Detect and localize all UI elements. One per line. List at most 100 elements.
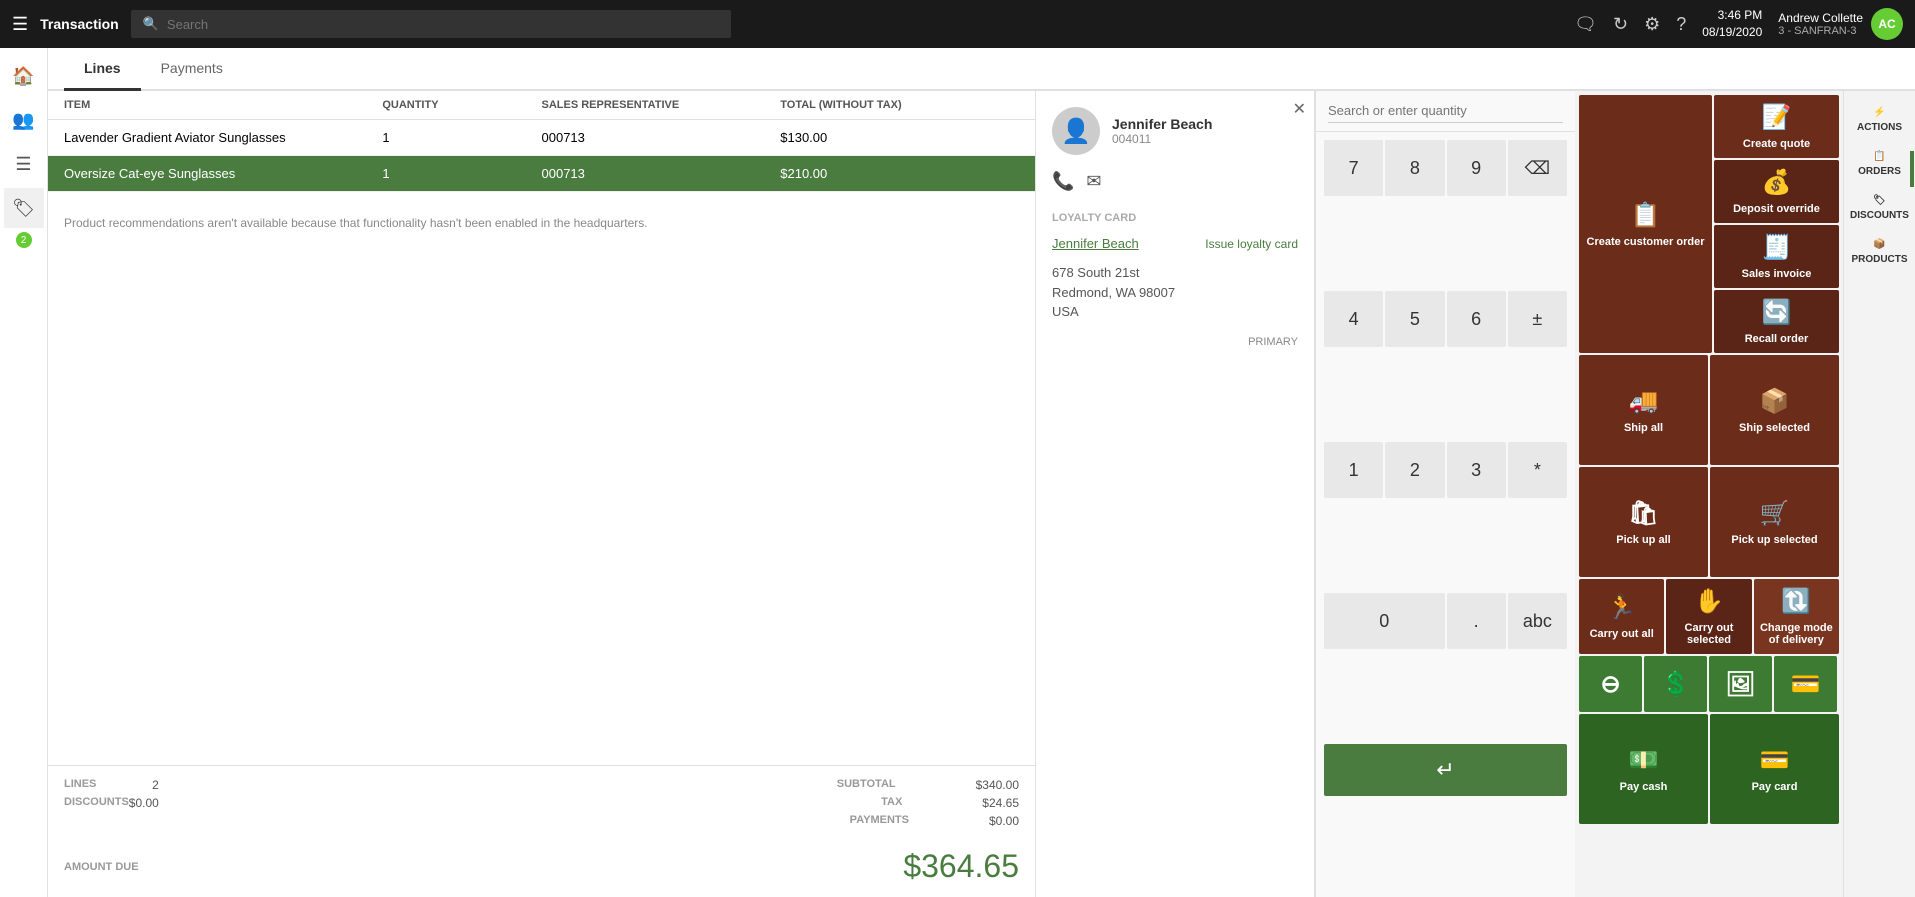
- tiles-row-5: ⊖ 💲 🖼 💳: [1579, 656, 1839, 712]
- deposit-override-icon: 💰: [1762, 168, 1792, 197]
- avatar[interactable]: AC: [1871, 8, 1903, 40]
- create-quote-button[interactable]: 📝 Create quote: [1714, 95, 1839, 158]
- numpad-6[interactable]: 6: [1447, 291, 1506, 347]
- pay-cash-icon: 💵: [1629, 746, 1659, 775]
- loyalty-name[interactable]: Jennifer Beach: [1052, 236, 1139, 251]
- create-customer-order-button[interactable]: 📋 Create customer order: [1579, 95, 1712, 353]
- item-name: Oversize Cat-eye Sunglasses: [64, 166, 382, 181]
- item-name: Lavender Gradient Aviator Sunglasses: [64, 130, 382, 145]
- numpad-7[interactable]: 7: [1324, 140, 1383, 196]
- sales-invoice-button[interactable]: 🧾 Sales invoice: [1714, 225, 1839, 288]
- icon-1: ⊖: [1600, 670, 1620, 699]
- subtotal-value: $340.00: [976, 778, 1019, 792]
- ship-all-button[interactable]: 🚚 Ship all: [1579, 355, 1708, 465]
- discounts-label: DISCOUNTS: [1850, 210, 1909, 221]
- tab-payments[interactable]: Payments: [141, 48, 243, 91]
- pay-cash-button[interactable]: 💵 Pay cash: [1579, 714, 1708, 824]
- item-sales-rep: 000713: [542, 166, 781, 181]
- sidebar-badge: 2: [16, 232, 32, 248]
- customer-contact-icons: 📞 ✉: [1036, 171, 1314, 204]
- table-row[interactable]: Lavender Gradient Aviator Sunglasses 1 0…: [48, 120, 1035, 156]
- carry-out-selected-icon: ✋: [1694, 587, 1724, 616]
- amount-due-value: $364.65: [903, 848, 1019, 885]
- item-quantity: 1: [382, 130, 541, 145]
- actions-sidebar: ⚡ ACTIONS 📋 ORDERS 🏷 DISCOUNTS 📦 P: [1843, 91, 1915, 897]
- carry-out-selected-button[interactable]: ✋ Carry out selected: [1666, 579, 1751, 654]
- orders-sidebar-item[interactable]: 📋 ORDERS: [1846, 143, 1914, 185]
- pick-up-all-button[interactable]: 🛍 Pick up all: [1579, 467, 1708, 577]
- sidebar-item-home[interactable]: 🏠: [4, 56, 44, 96]
- close-icon[interactable]: ✕: [1293, 99, 1306, 119]
- chat-icon[interactable]: 🗨: [1574, 14, 1597, 35]
- tax-label: TAX: [881, 796, 902, 810]
- recall-order-button[interactable]: 🔄 Recall order: [1714, 290, 1839, 353]
- sidebar-item-team[interactable]: 👥: [4, 100, 44, 140]
- create-quote-icon: 📝: [1762, 103, 1792, 132]
- col-sales-rep: SALES REPRESENTATIVE: [542, 99, 781, 111]
- numpad-abc[interactable]: abc: [1508, 593, 1567, 649]
- actions-icon: ⚡: [1873, 107, 1885, 118]
- numpad-panel: 7 8 9 ⌫ 4 5 6 ± 1 2 3 * 0 . abc ↵: [1315, 91, 1575, 897]
- hamburger-icon[interactable]: ☰: [12, 14, 28, 35]
- numpad-1[interactable]: 1: [1324, 442, 1383, 498]
- ship-all-icon: 🚚: [1629, 387, 1659, 416]
- numpad-9[interactable]: 9: [1447, 140, 1506, 196]
- actions-sidebar-item[interactable]: ⚡ ACTIONS: [1846, 99, 1914, 141]
- numpad-0[interactable]: 0: [1324, 593, 1445, 649]
- pay-card-button[interactable]: 💳 Pay card: [1710, 714, 1839, 824]
- table-row[interactable]: Oversize Cat-eye Sunglasses 1 000713 $21…: [48, 156, 1035, 192]
- actions-panel: 📋 Create customer order 📝 Create quote 💰…: [1575, 91, 1915, 897]
- deposit-override-button[interactable]: 💰 Deposit override: [1714, 160, 1839, 223]
- carry-out-all-button[interactable]: 🏃 Carry out all: [1579, 579, 1664, 654]
- numpad-4[interactable]: 4: [1324, 291, 1383, 347]
- item-total: $130.00: [780, 130, 1019, 145]
- numpad-enter[interactable]: ↵: [1324, 744, 1567, 796]
- ship-selected-button[interactable]: 📦 Ship selected: [1710, 355, 1839, 465]
- topbar: ☰ Transaction 🔍 🗨 ↻ ⚙ ? 3:46 PM 08/19/20…: [0, 0, 1915, 48]
- lines-header: ITEM QUANTITY SALES REPRESENTATIVE TOTAL…: [48, 91, 1035, 120]
- search-bar[interactable]: 🔍: [131, 10, 731, 38]
- numpad-backspace[interactable]: ⌫: [1508, 140, 1567, 196]
- orders-label: ORDERS: [1858, 166, 1901, 177]
- numpad-8[interactable]: 8: [1385, 140, 1444, 196]
- loyalty-card-section: LOYALTY CARD: [1036, 204, 1314, 232]
- issue-loyalty-link[interactable]: Issue loyalty card: [1205, 237, 1298, 251]
- products-label: PRODUCTS: [1851, 254, 1907, 265]
- tab-lines[interactable]: Lines: [64, 48, 141, 91]
- numpad-multiply[interactable]: *: [1508, 442, 1567, 498]
- orders-icon: 📋: [1873, 151, 1885, 162]
- icon-tile-4[interactable]: 💳: [1774, 656, 1837, 712]
- numpad-plusminus[interactable]: ±: [1508, 291, 1567, 347]
- sidebar: 🏠 👥 ☰ 🏷 2: [0, 48, 48, 897]
- numpad-dot[interactable]: .: [1447, 593, 1506, 649]
- carry-out-all-icon: 🏃: [1607, 593, 1637, 622]
- change-mode-of-delivery-button[interactable]: 🔃 Change mode of delivery: [1754, 579, 1839, 654]
- pay-card-icon: 💳: [1760, 746, 1790, 775]
- help-icon[interactable]: ?: [1676, 14, 1686, 35]
- change-delivery-icon: 🔃: [1781, 587, 1811, 616]
- pick-up-selected-button[interactable]: 🛒 Pick up selected: [1710, 467, 1839, 577]
- discounts-sidebar-item[interactable]: 🏷 DISCOUNTS: [1846, 187, 1914, 229]
- search-input[interactable]: [167, 17, 719, 32]
- user-name: Andrew Collette: [1778, 11, 1863, 25]
- numpad-2[interactable]: 2: [1385, 442, 1444, 498]
- email-icon[interactable]: ✉: [1086, 171, 1101, 192]
- numpad-3[interactable]: 3: [1447, 442, 1506, 498]
- sidebar-item-menu[interactable]: ☰: [4, 144, 44, 184]
- refresh-icon[interactable]: ↻: [1613, 14, 1628, 35]
- item-quantity: 1: [382, 166, 541, 181]
- icon-tile-3[interactable]: 🖼: [1709, 656, 1772, 712]
- numpad-search-input[interactable]: [1328, 99, 1563, 123]
- icon-tile-2[interactable]: 💲: [1644, 656, 1707, 712]
- lines-label: LINES: [64, 778, 96, 792]
- numpad-5[interactable]: 5: [1385, 291, 1444, 347]
- settings-icon[interactable]: ⚙: [1644, 14, 1660, 35]
- user-info: Andrew Collette 3 - SANFRAN-3 AC: [1778, 8, 1903, 40]
- products-sidebar-item[interactable]: 📦 PRODUCTS: [1846, 231, 1914, 273]
- loyalty-row: Jennifer Beach Issue loyalty card: [1036, 232, 1314, 259]
- tiles-area: 📋 Create customer order 📝 Create quote 💰…: [1575, 91, 1843, 897]
- time-display: 3:46 PM 08/19/2020: [1702, 7, 1762, 41]
- icon-tile-1[interactable]: ⊖: [1579, 656, 1642, 712]
- sidebar-item-pos[interactable]: 🏷: [4, 188, 44, 228]
- phone-icon[interactable]: 📞: [1052, 171, 1074, 192]
